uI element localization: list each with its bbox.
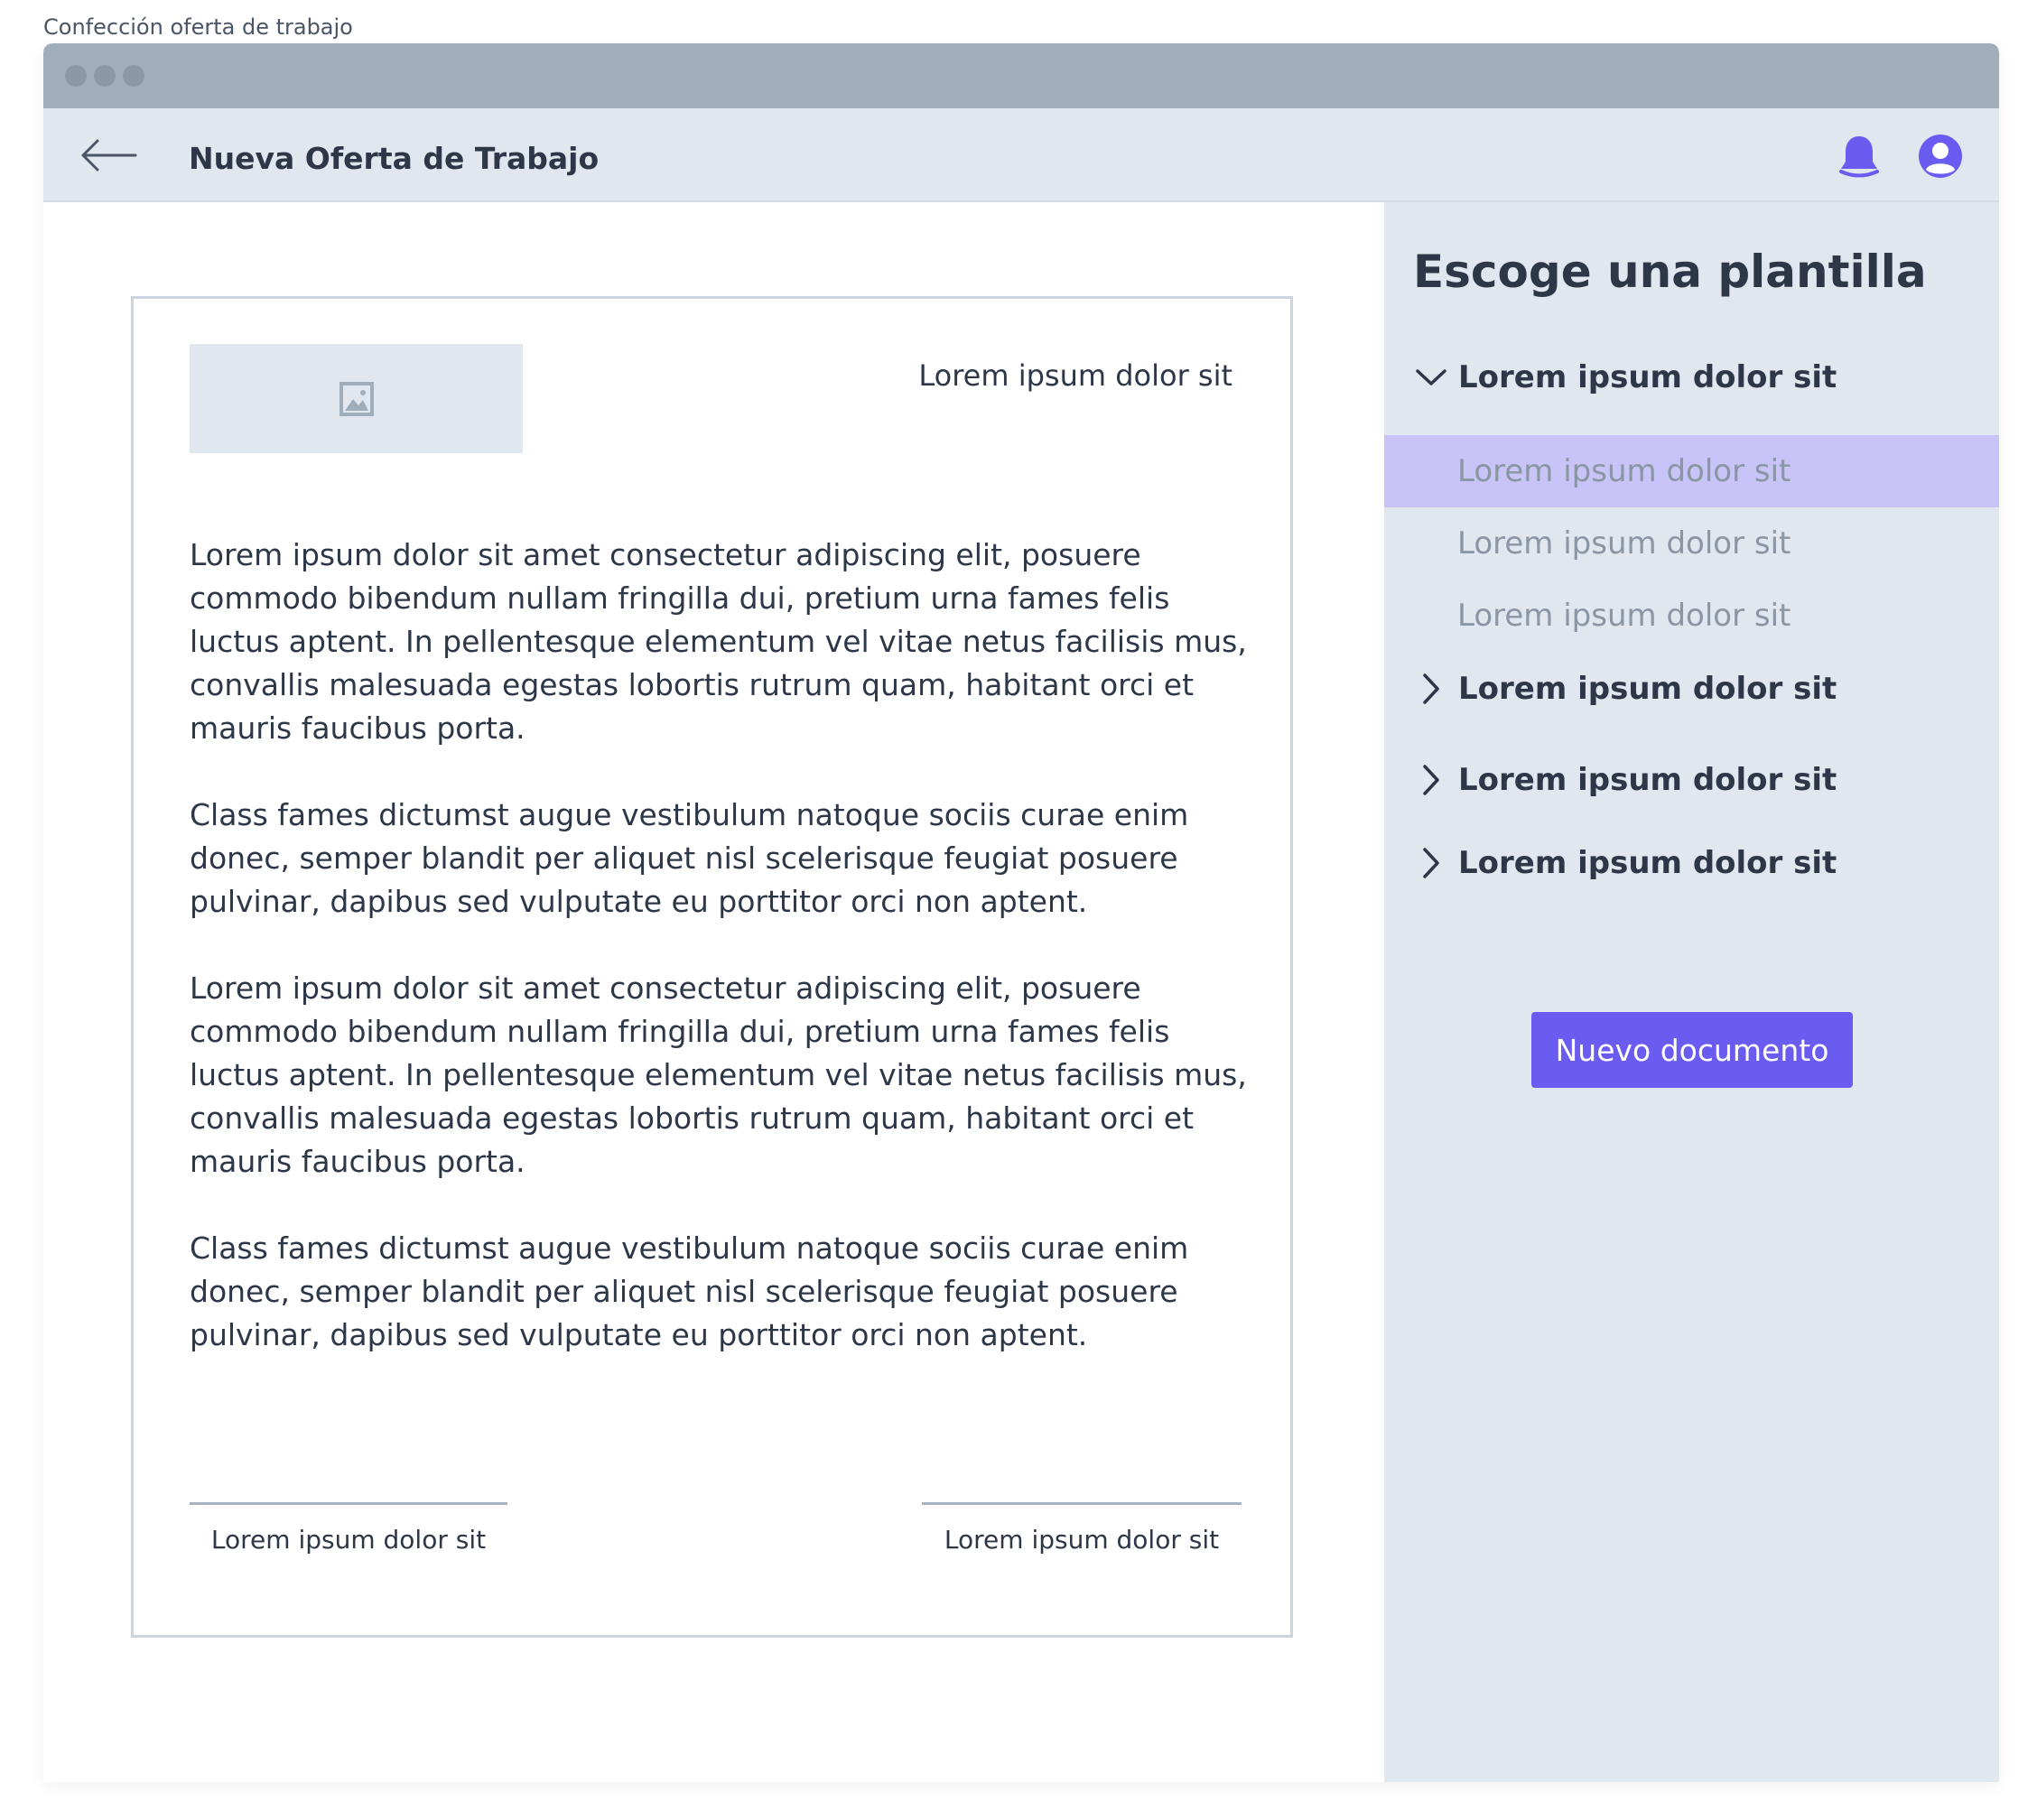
window-minimize-dot[interactable] [94, 65, 116, 87]
template-panel: Escoge una plantilla Lorem ipsum dolor s… [1384, 202, 1999, 1782]
chevron-right-icon [1413, 762, 1449, 798]
template-item[interactable]: Lorem ipsum dolor sit [1384, 580, 1999, 652]
template-item-selected[interactable]: Lorem ipsum dolor sit [1384, 435, 1999, 507]
document-paragraph: Class fames dictumst augue vestibulum na… [190, 797, 1189, 919]
back-button[interactable] [79, 132, 137, 179]
page-title: Nueva Oferta de Trabajo [189, 141, 600, 176]
document-paragraph: Class fames dictumst augue vestibulum na… [190, 1230, 1189, 1352]
document-editor-area: Lorem ipsum dolor sit Lorem ipsum dolor … [43, 202, 1384, 1782]
document-preview[interactable]: Lorem ipsum dolor sit Lorem ipsum dolor … [131, 296, 1293, 1638]
signature-line-left [190, 1502, 507, 1505]
chevron-right-icon [1413, 671, 1449, 707]
window-maximize-dot[interactable] [123, 65, 144, 87]
app-header: Nueva Oferta de Trabajo [43, 108, 1999, 202]
template-group-3[interactable]: Lorem ipsum dolor sit [1413, 755, 1837, 805]
arrow-left-icon [81, 139, 137, 172]
notifications-button[interactable] [1835, 132, 1884, 181]
template-panel-title: Escoge una plantilla [1413, 246, 1927, 298]
window-controls [65, 65, 144, 87]
frame-title: Confección oferta de trabajo [43, 14, 353, 40]
chevron-down-icon [1413, 359, 1449, 395]
user-avatar-icon [1919, 135, 1962, 178]
logo-image-placeholder[interactable] [190, 344, 523, 453]
new-document-button[interactable]: Nuevo documento [1531, 1012, 1853, 1088]
document-header-text: Lorem ipsum dolor sit [918, 358, 1232, 393]
signature-line-right [922, 1502, 1242, 1505]
template-group-label: Lorem ipsum dolor sit [1458, 762, 1837, 798]
template-item[interactable]: Lorem ipsum dolor sit [1384, 507, 1999, 580]
document-paragraph: Lorem ipsum dolor sit amet consectetur a… [190, 970, 1247, 1179]
window-titlebar [43, 43, 1999, 108]
template-group-label: Lorem ipsum dolor sit [1458, 671, 1837, 707]
profile-button[interactable] [1916, 132, 1965, 181]
app-window: Nueva Oferta de Trabajo Lorem ipsum dolo… [43, 43, 1999, 1782]
document-paragraph: Lorem ipsum dolor sit amet consectetur a… [190, 537, 1247, 746]
document-body: Lorem ipsum dolor sit amet consectetur a… [190, 534, 1255, 1400]
window-close-dot[interactable] [65, 65, 87, 87]
signature-label-left: Lorem ipsum dolor sit [210, 1525, 487, 1555]
template-group-label: Lorem ipsum dolor sit [1458, 359, 1837, 395]
template-group-4[interactable]: Lorem ipsum dolor sit [1413, 838, 1837, 888]
image-placeholder-icon [339, 381, 374, 416]
bell-icon [1839, 136, 1879, 178]
template-group-1[interactable]: Lorem ipsum dolor sit [1413, 352, 1837, 403]
template-group-2[interactable]: Lorem ipsum dolor sit [1413, 664, 1837, 714]
template-group-label: Lorem ipsum dolor sit [1458, 845, 1837, 881]
chevron-right-icon [1413, 845, 1449, 881]
signature-label-right: Lorem ipsum dolor sit [944, 1525, 1220, 1555]
